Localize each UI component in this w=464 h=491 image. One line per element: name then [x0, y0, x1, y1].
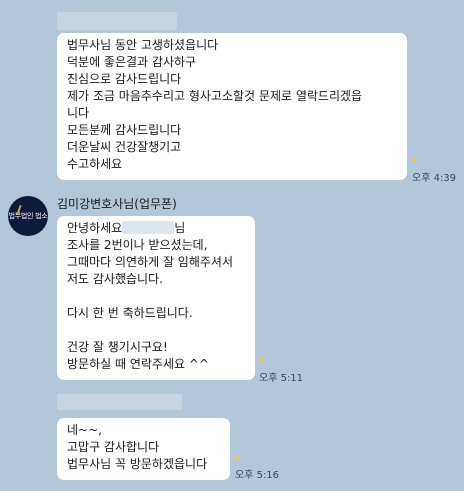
avatar[interactable]: 법무법인 법소	[8, 196, 48, 236]
message-line: 조사를 2번이나 받으셨는데,	[67, 238, 208, 252]
redacted-name	[122, 221, 175, 234]
sender-name[interactable]: 김미강변호사님(업무폰)	[57, 195, 177, 212]
blurred-region-middle	[57, 394, 182, 410]
message-line: 제가 조금 마음추수리고 형사고소할것 문제로 열락드리겠읍	[67, 89, 363, 103]
greeting-text: 안녕하세요	[67, 221, 123, 235]
avatar-logo-text: 법무법인 법소	[8, 212, 48, 220]
message-line: 모든분께 감사드립니다	[67, 123, 182, 137]
message-line: 진심으로 감사드립니다	[67, 72, 182, 86]
message-line: 법무사님 동안 고생하셨읍니다	[67, 38, 219, 52]
message-bubble-outgoing[interactable]: 네~~, 고맙구 감사합니다 법무사님 꼭 방문하겠읍니다	[57, 418, 230, 480]
message-line: 안녕하세요 님	[67, 220, 245, 237]
message-bubble-outgoing[interactable]: 법무사님 동안 고생하셨읍니다 덕분에 좋은결과 감사하구 진심으로 감사드립니…	[57, 33, 407, 180]
message-line: 방문하실 때 연락주세요 ^^	[67, 357, 209, 371]
message-line: 니다	[67, 106, 90, 120]
read-indicator-icon	[412, 158, 416, 162]
message-line: 건강 잘 챙기시구요!	[67, 340, 168, 354]
message-line	[67, 288, 245, 305]
read-indicator-icon	[259, 358, 263, 362]
message-timestamp: 오후 5:16	[235, 470, 280, 481]
message-line: 고맙구 감사합니다	[67, 440, 160, 454]
message-line: 법무사님 꼭 방문하겠읍니다	[67, 457, 208, 471]
message-line: 그때마다 의연하게 잘 임해주셔서	[67, 255, 234, 269]
message-line: 덕분에 좋은결과 감사하구	[67, 55, 197, 69]
message-line: 다시 한 번 축하드립니다.	[67, 306, 193, 320]
honorific-text: 님	[174, 221, 186, 235]
message-line	[67, 322, 245, 339]
message-timestamp: 오후 4:39	[412, 173, 457, 184]
message-line: 저도 감사했습니다.	[67, 272, 163, 286]
message-line: 더운날씨 건강잘챙기고	[67, 140, 182, 154]
blurred-region-top	[57, 12, 177, 30]
message-bubble-incoming[interactable]: 안녕하세요 님 조사를 2번이나 받으셨는데, 그때마다 의연하게 잘 임해주셔서…	[57, 216, 255, 380]
message-line: 수고하세요	[67, 157, 123, 171]
read-indicator-icon	[235, 455, 239, 459]
message-line: 네~~,	[67, 423, 102, 437]
message-timestamp: 오후 5:11	[259, 373, 304, 384]
